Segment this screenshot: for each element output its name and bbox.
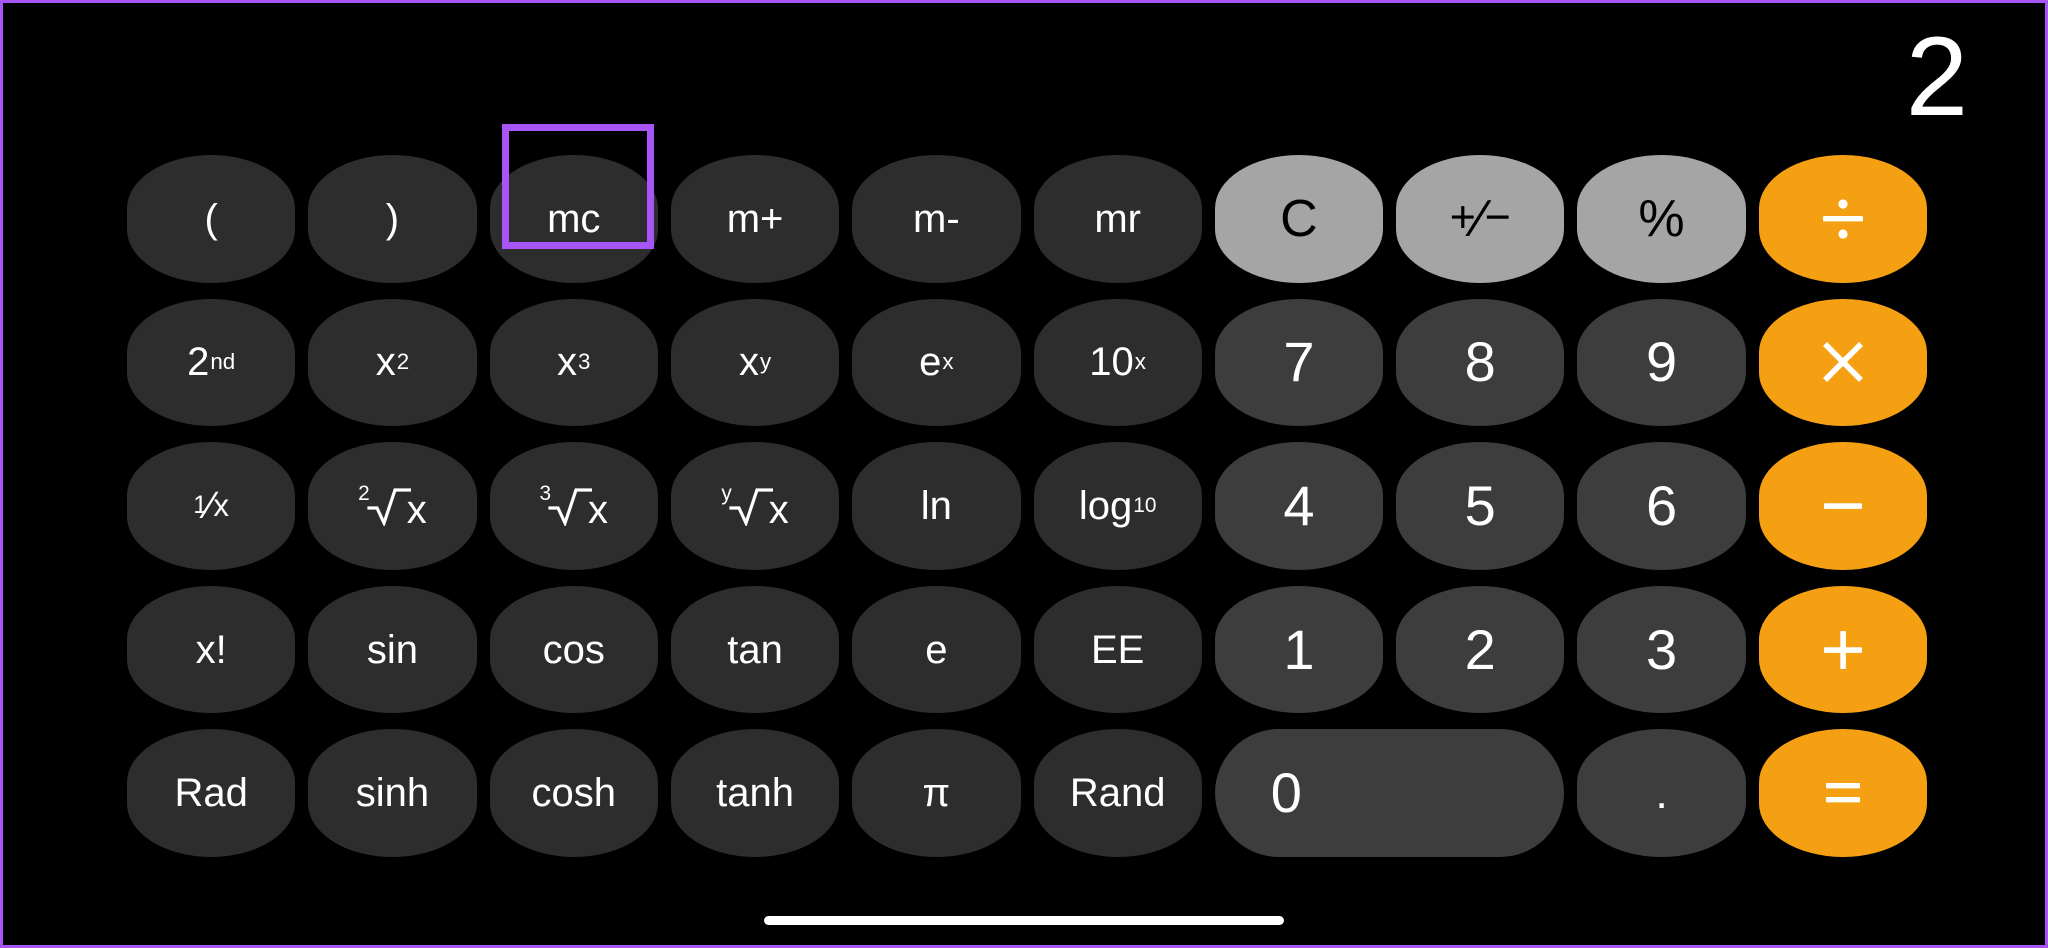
key-percent[interactable]: % bbox=[1577, 155, 1746, 283]
key-square-root[interactable]: 2x bbox=[308, 442, 477, 570]
key-open-paren[interactable]: ( bbox=[127, 155, 296, 283]
key-x-squared[interactable]: x2 bbox=[308, 298, 477, 427]
key-pi-constant[interactable]: π bbox=[852, 729, 1021, 857]
key-decimal-point[interactable]: . bbox=[1577, 729, 1746, 857]
key-digit-0[interactable]: 0 bbox=[1214, 729, 1565, 857]
key-second-function[interactable]: 2nd bbox=[127, 298, 296, 427]
key-sign-toggle[interactable]: + ⁄ − bbox=[1396, 155, 1565, 283]
key-digit-3[interactable]: 3 bbox=[1577, 585, 1746, 714]
key-digit-1[interactable]: 1 bbox=[1214, 585, 1384, 714]
key-hyperbolic-cosine[interactable]: cosh bbox=[489, 729, 658, 857]
key-add[interactable] bbox=[1758, 585, 1927, 714]
key-e-power-x[interactable]: ex bbox=[852, 298, 1021, 427]
key-memory-recall[interactable]: mr bbox=[1033, 155, 1202, 283]
key-reciprocal[interactable]: 1 ⁄ x bbox=[127, 442, 296, 570]
key-digit-7[interactable]: 7 bbox=[1214, 298, 1384, 427]
home-indicator bbox=[764, 916, 1284, 925]
key-clear[interactable]: C bbox=[1214, 155, 1384, 283]
key-radian-mode[interactable]: Rad bbox=[127, 729, 296, 857]
key-multiply[interactable] bbox=[1758, 298, 1927, 427]
calculator-screen: 2 () mc m+ m-mr C + ⁄ −% 2nd x 2 x 3 x y e x 10 x 7 8 9 1 ⁄ x 2 x 3… bbox=[0, 0, 2048, 948]
key-log-base-10[interactable]: log 10 bbox=[1033, 442, 1202, 570]
key-exponent-entry[interactable]: EE bbox=[1033, 585, 1202, 714]
key-digit-8[interactable]: 8 bbox=[1396, 298, 1565, 427]
key-factorial[interactable]: x! bbox=[127, 585, 296, 714]
key-close-paren[interactable]: ) bbox=[308, 155, 477, 283]
key-hyperbolic-tangent[interactable]: tanh bbox=[670, 729, 840, 857]
calculator-keypad: () mc m+ m-mr C + ⁄ −% 2nd x 2 x 3 x y e x 10 x 7 8 9 1 ⁄ x 2 x 3 x y… bbox=[127, 155, 1927, 857]
key-digit-9[interactable]: 9 bbox=[1577, 298, 1746, 427]
key-digit-4[interactable]: 4 bbox=[1214, 442, 1384, 570]
key-subtract[interactable] bbox=[1758, 442, 1927, 570]
key-memory-add[interactable]: m+ bbox=[670, 155, 840, 283]
key-tangent[interactable]: tan bbox=[670, 585, 840, 714]
key-digit-2[interactable]: 2 bbox=[1396, 585, 1565, 714]
key-random-number[interactable]: Rand bbox=[1033, 729, 1202, 857]
key-cosine[interactable]: cos bbox=[489, 585, 658, 714]
key-hyperbolic-sine[interactable]: sinh bbox=[308, 729, 477, 857]
key-equals[interactable] bbox=[1758, 729, 1927, 857]
key-digit-6[interactable]: 6 bbox=[1577, 442, 1746, 570]
key-divide[interactable] bbox=[1758, 155, 1927, 283]
key-cube-root[interactable]: 3x bbox=[489, 442, 658, 570]
key-x-power-y[interactable]: xy bbox=[670, 298, 840, 427]
key-ten-power-x[interactable]: 10 x bbox=[1033, 298, 1202, 427]
calculator-display: 2 bbox=[1905, 14, 1968, 139]
key-euler-constant[interactable]: e bbox=[852, 585, 1021, 714]
key-y-root[interactable]: yx bbox=[670, 442, 840, 570]
key-memory-subtract[interactable]: m- bbox=[852, 155, 1021, 283]
key-sine[interactable]: sin bbox=[308, 585, 477, 714]
key-digit-5[interactable]: 5 bbox=[1396, 442, 1565, 570]
key-x-cubed[interactable]: x3 bbox=[489, 298, 658, 427]
key-memory-clear[interactable]: mc bbox=[489, 155, 658, 283]
key-natural-log[interactable]: ln bbox=[852, 442, 1021, 570]
